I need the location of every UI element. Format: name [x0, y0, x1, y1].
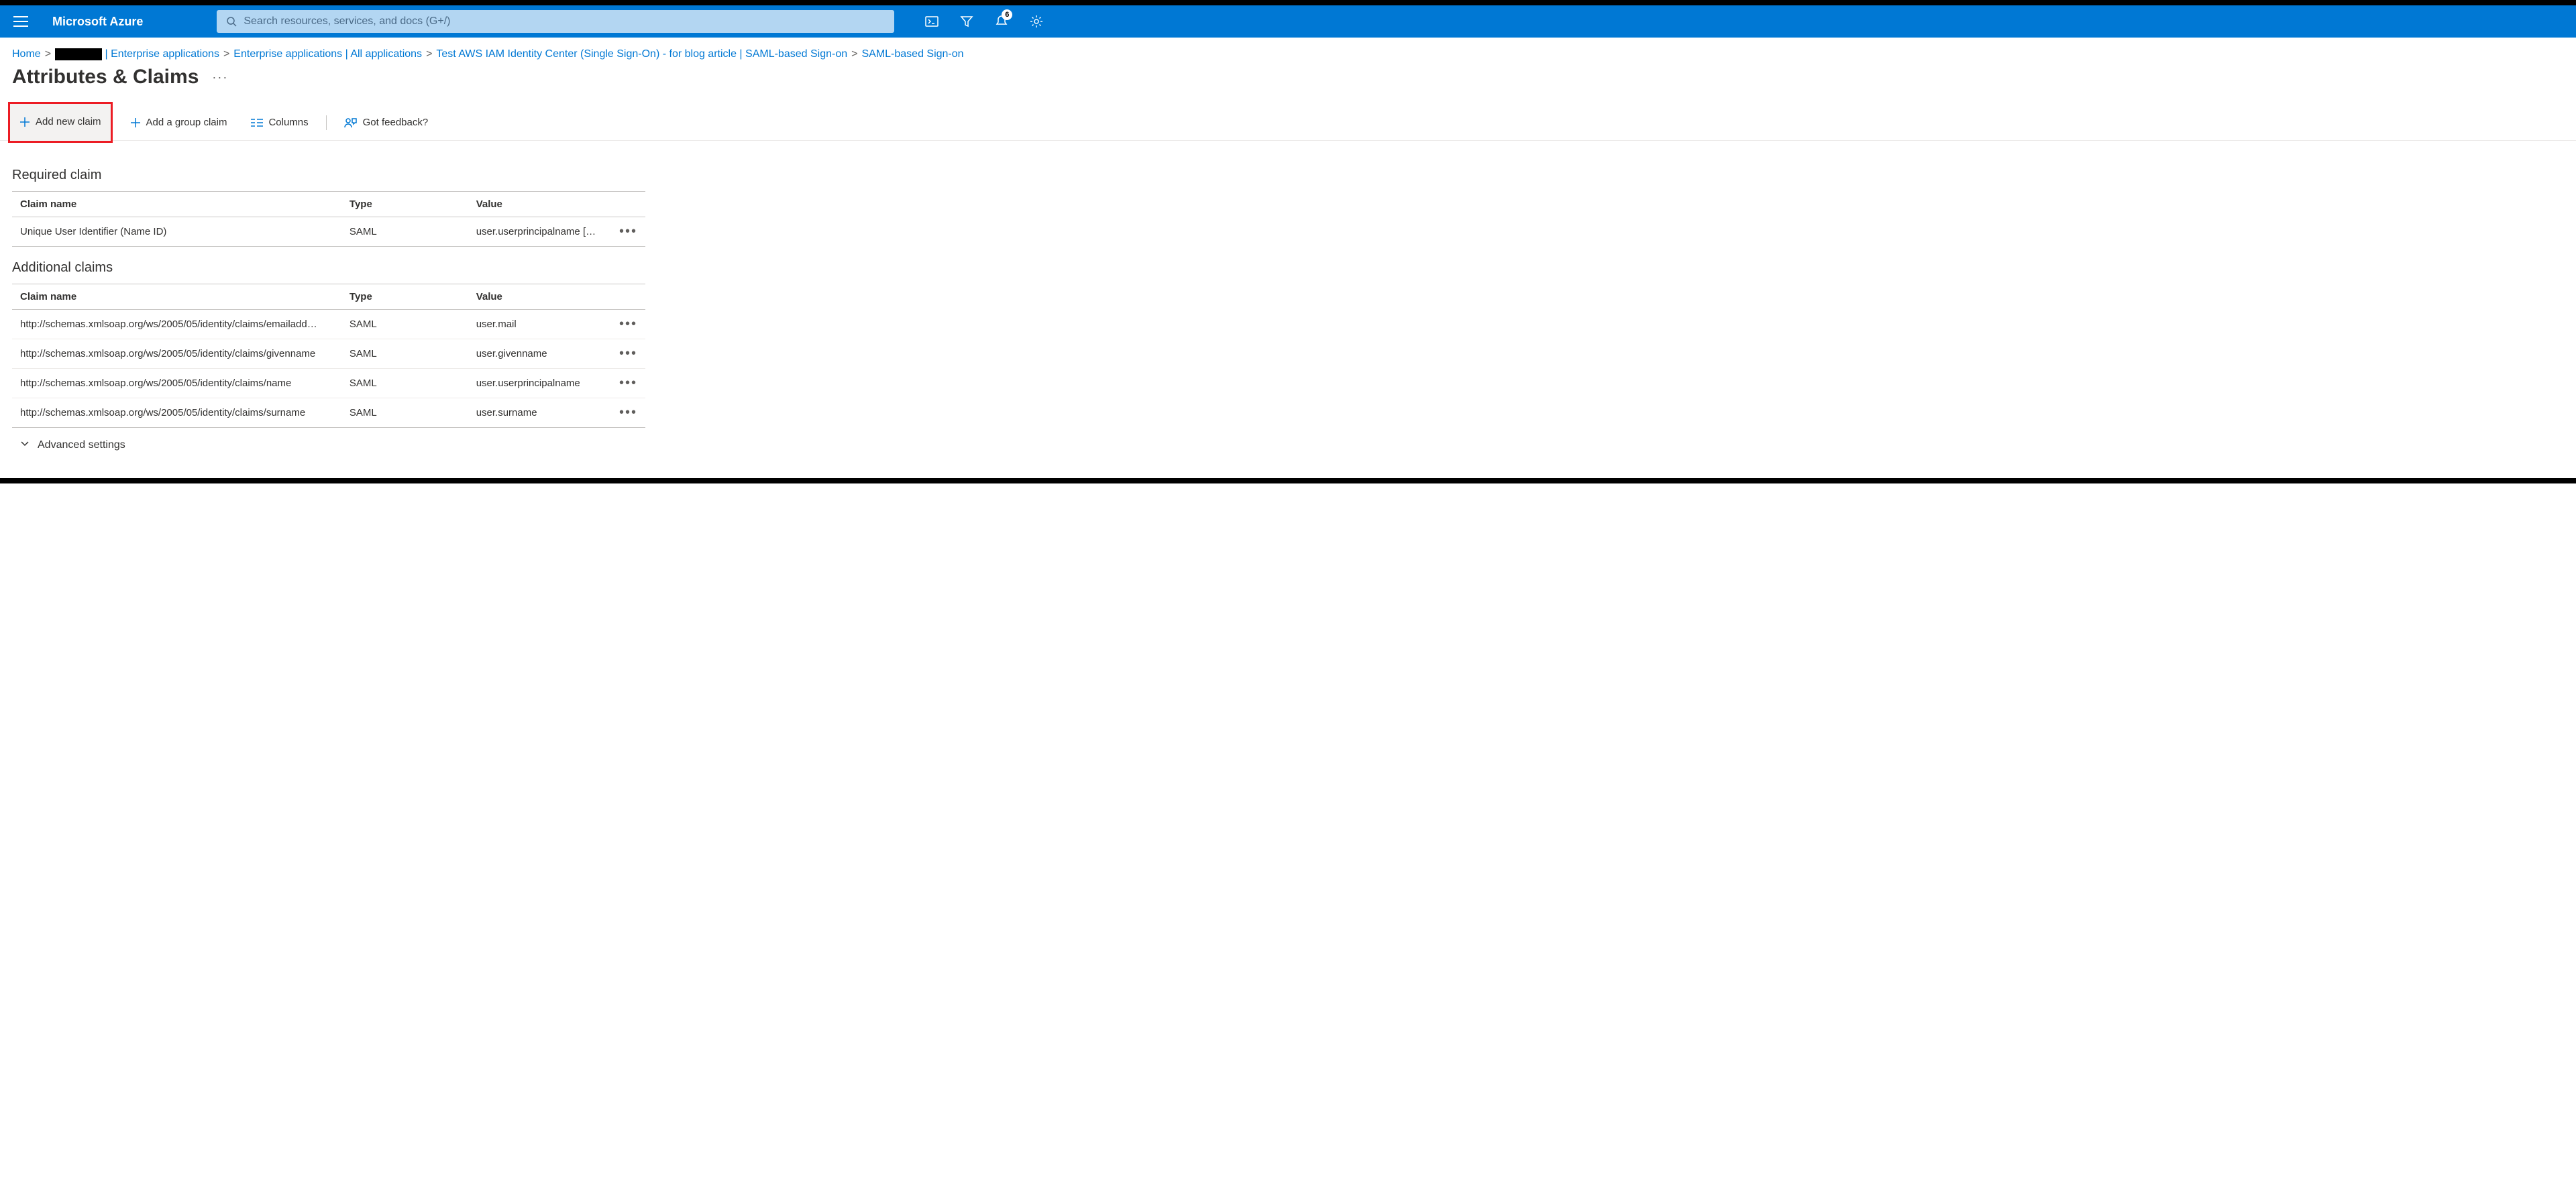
- claim-value-cell: user.userprincipalname […: [468, 217, 608, 247]
- table-row[interactable]: Unique User Identifier (Name ID) SAML us…: [12, 217, 645, 247]
- notifications-icon[interactable]: 6: [991, 11, 1012, 32]
- columns-icon: [251, 118, 263, 127]
- breadcrumb-separator: >: [426, 48, 432, 60]
- row-actions-icon[interactable]: •••: [619, 405, 637, 420]
- columns-button[interactable]: Columns: [244, 113, 315, 132]
- claim-value-cell: user.mail: [468, 310, 608, 339]
- breadcrumb-app[interactable]: Test AWS IAM Identity Center (Single Sig…: [436, 48, 847, 60]
- plus-icon: [130, 117, 141, 128]
- column-header-claim-name[interactable]: Claim name: [12, 192, 341, 217]
- breadcrumb-last[interactable]: SAML-based Sign-on: [861, 48, 963, 60]
- directory-filter-icon[interactable]: [956, 11, 977, 32]
- feedback-label: Got feedback?: [363, 117, 429, 128]
- feedback-icon: [344, 117, 358, 129]
- global-search[interactable]: [217, 10, 894, 33]
- portal-header: Microsoft Azure 6: [0, 5, 2576, 38]
- breadcrumb-home[interactable]: Home: [12, 48, 41, 60]
- breadcrumb: Home > | Enterprise applications > Enter…: [0, 38, 2576, 60]
- table-row[interactable]: http://schemas.xmlsoap.org/ws/2005/05/id…: [12, 398, 645, 428]
- claim-value-cell: user.givenname: [468, 339, 608, 369]
- column-header-type[interactable]: Type: [341, 192, 468, 217]
- hamburger-menu-icon[interactable]: [13, 12, 32, 31]
- add-group-claim-label: Add a group claim: [146, 117, 227, 128]
- command-bar: Add new claim Add a group claim Columns …: [0, 105, 2576, 141]
- columns-label: Columns: [268, 117, 308, 128]
- breadcrumb-tenant[interactable]: | Enterprise applications: [55, 48, 219, 60]
- page-more-icon[interactable]: ···: [212, 70, 228, 84]
- column-header-type[interactable]: Type: [341, 284, 468, 310]
- claim-name-cell: http://schemas.xmlsoap.org/ws/2005/05/id…: [12, 369, 341, 398]
- claim-type-cell: SAML: [341, 339, 468, 369]
- brand-label: Microsoft Azure: [52, 15, 143, 29]
- window-bottom-border: [0, 478, 2576, 483]
- page-title: Attributes & Claims: [12, 66, 199, 89]
- table-row[interactable]: http://schemas.xmlsoap.org/ws/2005/05/id…: [12, 339, 645, 369]
- toolbar-separator: [326, 115, 327, 130]
- row-actions-icon[interactable]: •••: [619, 224, 637, 239]
- breadcrumb-separator: >: [223, 48, 229, 60]
- notification-badge: 6: [1002, 9, 1012, 20]
- column-header-claim-name[interactable]: Claim name: [12, 284, 341, 310]
- column-header-value[interactable]: Value: [468, 284, 608, 310]
- chevron-down-icon: [20, 439, 30, 451]
- settings-icon[interactable]: [1026, 11, 1047, 32]
- row-actions-icon[interactable]: •••: [619, 346, 637, 361]
- column-header-actions: [607, 192, 645, 217]
- required-claim-heading: Required claim: [12, 168, 645, 183]
- add-new-claim-label: Add new claim: [36, 116, 101, 127]
- breadcrumb-all-apps[interactable]: Enterprise applications | All applicatio…: [233, 48, 422, 60]
- advanced-settings-toggle[interactable]: Advanced settings: [12, 428, 645, 451]
- redacted-text: [55, 48, 102, 60]
- claim-value-cell: user.userprincipalname: [468, 369, 608, 398]
- breadcrumb-separator: >: [851, 48, 857, 60]
- claim-type-cell: SAML: [341, 217, 468, 247]
- claim-type-cell: SAML: [341, 310, 468, 339]
- additional-claims-table: Claim name Type Value http://schemas.xml…: [12, 284, 645, 428]
- claim-name-cell: Unique User Identifier (Name ID): [12, 217, 341, 247]
- search-input[interactable]: [244, 15, 885, 27]
- claim-name-cell: http://schemas.xmlsoap.org/ws/2005/05/id…: [12, 310, 341, 339]
- header-toolbar: 6: [921, 11, 1047, 32]
- claim-type-cell: SAML: [341, 369, 468, 398]
- column-header-value[interactable]: Value: [468, 192, 608, 217]
- column-header-actions: [607, 284, 645, 310]
- table-row[interactable]: http://schemas.xmlsoap.org/ws/2005/05/id…: [12, 310, 645, 339]
- window-top-border: [0, 0, 2576, 5]
- page-title-row: Attributes & Claims ···: [0, 60, 2576, 105]
- additional-claims-heading: Additional claims: [12, 260, 645, 276]
- breadcrumb-separator: >: [45, 48, 51, 60]
- row-actions-icon[interactable]: •••: [619, 376, 637, 390]
- claim-name-cell: http://schemas.xmlsoap.org/ws/2005/05/id…: [12, 339, 341, 369]
- advanced-settings-label: Advanced settings: [38, 439, 125, 451]
- row-actions-icon[interactable]: •••: [619, 317, 637, 331]
- required-claim-table: Claim name Type Value Unique User Identi…: [12, 191, 645, 247]
- table-row[interactable]: http://schemas.xmlsoap.org/ws/2005/05/id…: [12, 369, 645, 398]
- cloud-shell-icon[interactable]: [921, 11, 943, 32]
- plus-icon: [19, 117, 30, 127]
- feedback-button[interactable]: Got feedback?: [337, 113, 435, 133]
- search-icon: [226, 16, 237, 27]
- add-new-claim-button[interactable]: Add new claim: [8, 102, 113, 143]
- content-area: Required claim Claim name Type Value Uni…: [0, 141, 657, 478]
- claim-type-cell: SAML: [341, 398, 468, 428]
- claim-value-cell: user.surname: [468, 398, 608, 428]
- claim-name-cell: http://schemas.xmlsoap.org/ws/2005/05/id…: [12, 398, 341, 428]
- add-group-claim-button[interactable]: Add a group claim: [123, 113, 234, 132]
